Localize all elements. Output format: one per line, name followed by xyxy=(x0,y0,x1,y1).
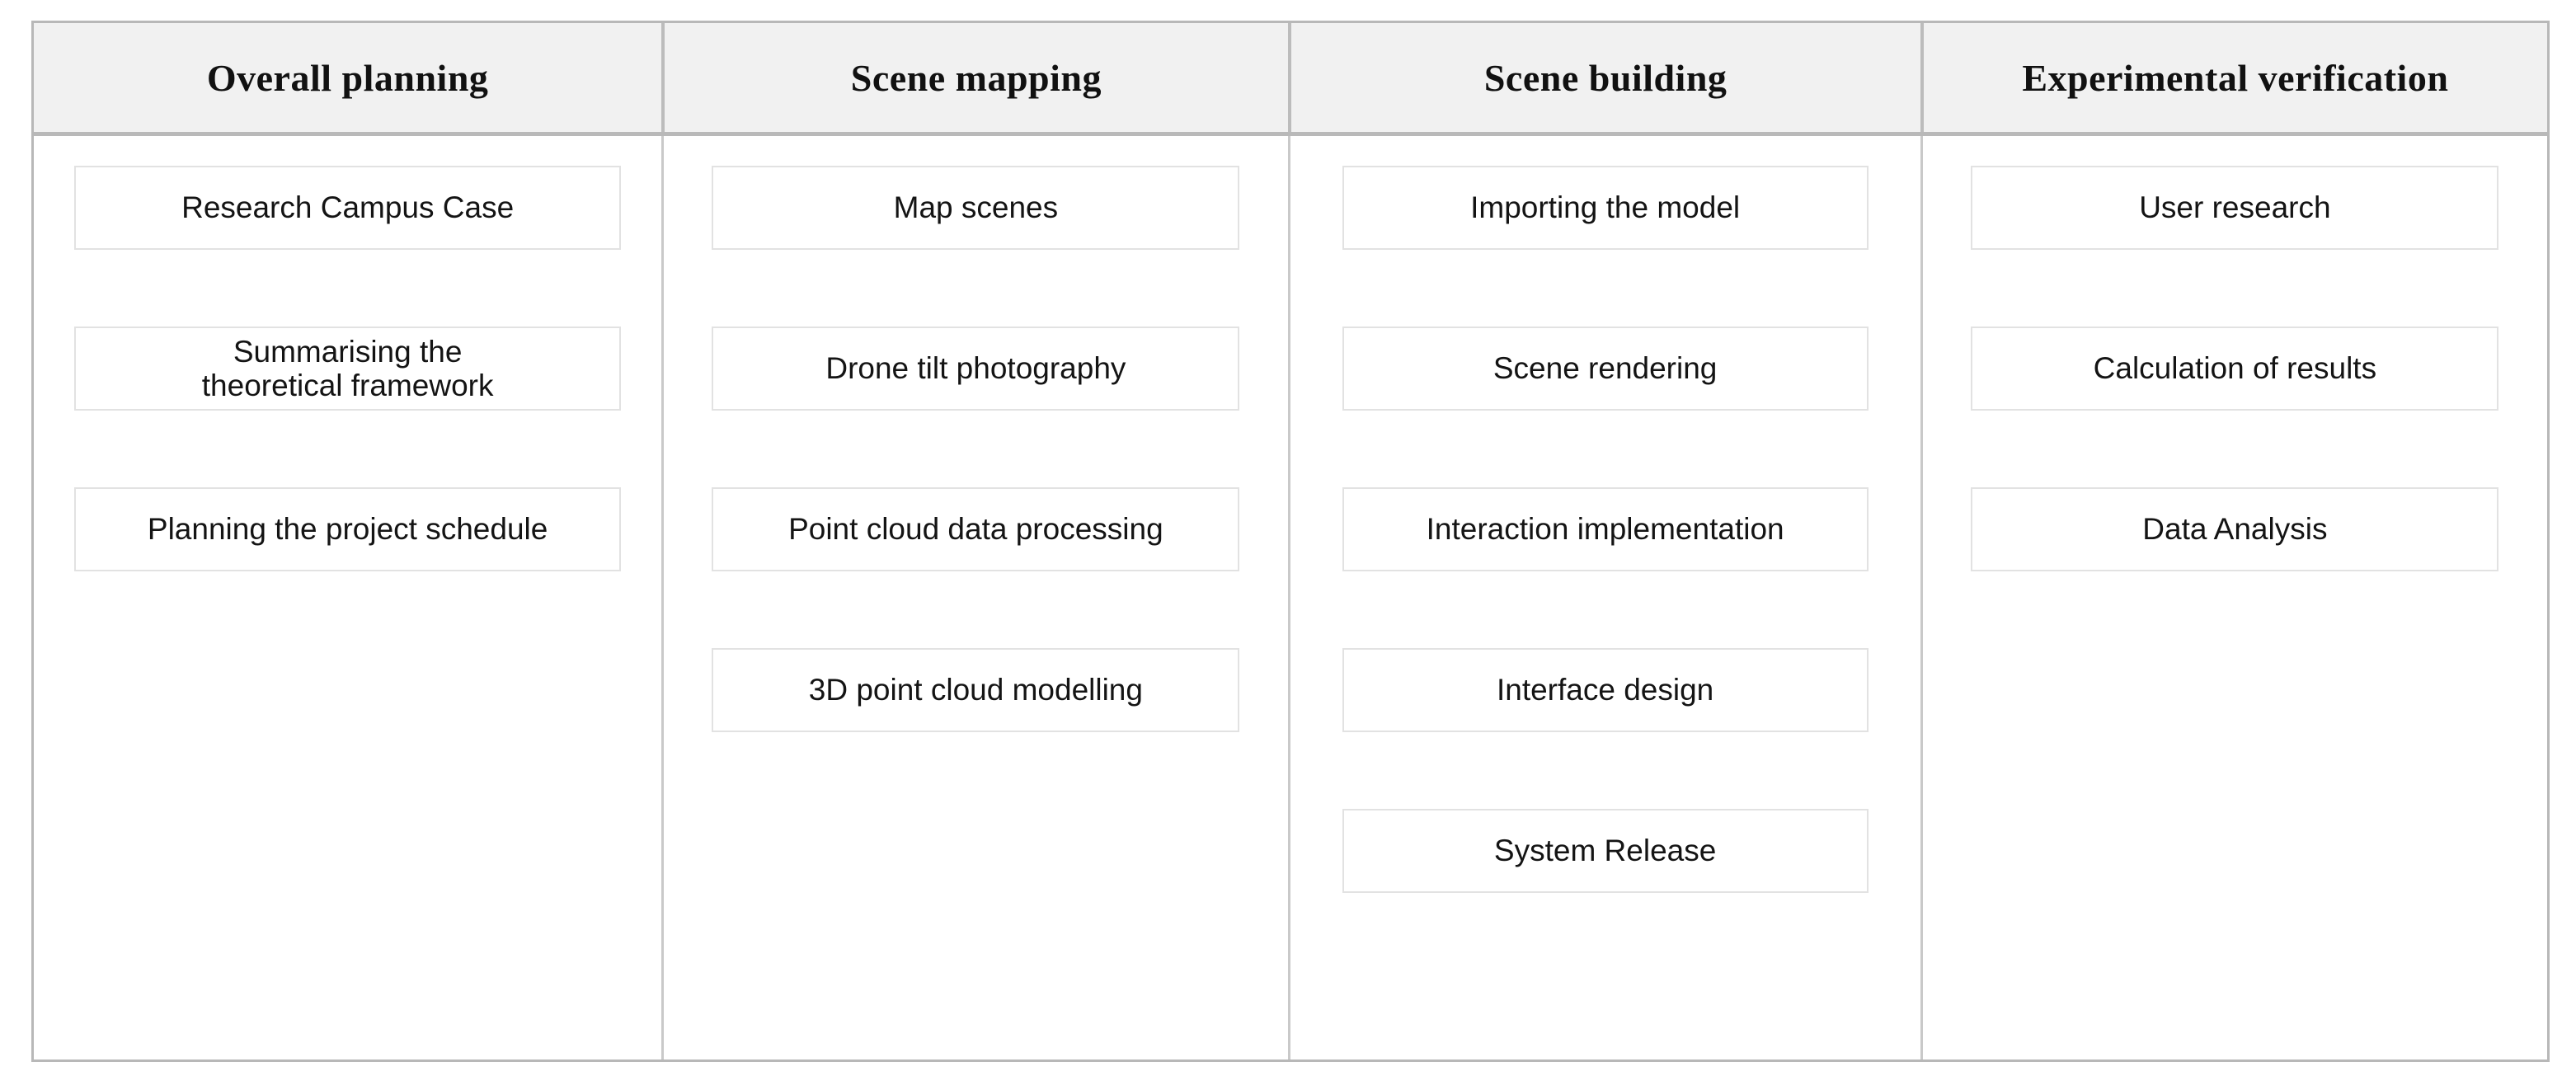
process-item-label: 3D point cloud modelling xyxy=(808,673,1143,707)
process-item-label: Interface design xyxy=(1496,673,1714,707)
process-item-label: Data Analysis xyxy=(2142,512,2328,547)
column-header-scene-building: Scene building xyxy=(1287,23,1920,132)
column-header-experimental-verification: Experimental verification xyxy=(1920,23,2547,132)
process-item-label-line-2: theoretical framework xyxy=(201,369,494,402)
process-item-label: Calculation of results xyxy=(2093,351,2377,386)
process-item: User research xyxy=(1971,166,2499,250)
column-body-scene-mapping: Map scenes Drone tilt photography Point … xyxy=(661,136,1288,1059)
process-item-label: Interaction implementation xyxy=(1426,512,1784,547)
process-item-label: Importing the model xyxy=(1470,190,1741,225)
process-item-label: Point cloud data processing xyxy=(788,512,1163,547)
process-item: Summarising the theoretical framework xyxy=(74,327,622,411)
process-item: Point cloud data processing xyxy=(712,487,1240,571)
process-item: Data Analysis xyxy=(1971,487,2499,571)
process-item: 3D point cloud modelling xyxy=(712,648,1240,732)
column-header-overall-planning: Overall planning xyxy=(34,23,662,132)
process-item: Importing the model xyxy=(1342,166,1869,250)
process-item: Research Campus Case xyxy=(74,166,622,250)
process-item-label: User research xyxy=(2139,190,2331,225)
process-item-label: Summarising the theoretical framework xyxy=(202,335,494,403)
column-body-experimental-verification: User research Calculation of results Dat… xyxy=(1920,136,2547,1059)
process-item-label: Drone tilt photography xyxy=(825,351,1126,386)
process-item-label: Research Campus Case xyxy=(181,190,515,225)
process-item: Interface design xyxy=(1342,648,1869,732)
process-item: Map scenes xyxy=(712,166,1240,250)
process-item-label-line-1: Summarising the xyxy=(233,334,463,369)
column-header-scene-mapping: Scene mapping xyxy=(661,23,1288,132)
process-item: Scene rendering xyxy=(1342,327,1869,411)
column-body-overall-planning: Research Campus Case Summarising the the… xyxy=(34,136,662,1059)
table-header-row: Overall planning Scene mapping Scene bui… xyxy=(34,23,2547,136)
process-item: Planning the project schedule xyxy=(74,487,622,571)
column-body-scene-building: Importing the model Scene rendering Inte… xyxy=(1287,136,1920,1059)
process-flow-table: Overall planning Scene mapping Scene bui… xyxy=(31,21,2550,1062)
process-item: Interaction implementation xyxy=(1342,487,1869,571)
process-item-label: Planning the project schedule xyxy=(147,512,548,547)
process-item-label: Scene rendering xyxy=(1492,351,1718,386)
process-item: Calculation of results xyxy=(1971,327,2499,411)
table-body-row: Research Campus Case Summarising the the… xyxy=(34,136,2547,1059)
process-item-label: System Release xyxy=(1493,834,1717,868)
process-item-label: Map scenes xyxy=(893,190,1059,225)
process-item: Drone tilt photography xyxy=(712,327,1240,411)
process-item: System Release xyxy=(1342,809,1869,893)
